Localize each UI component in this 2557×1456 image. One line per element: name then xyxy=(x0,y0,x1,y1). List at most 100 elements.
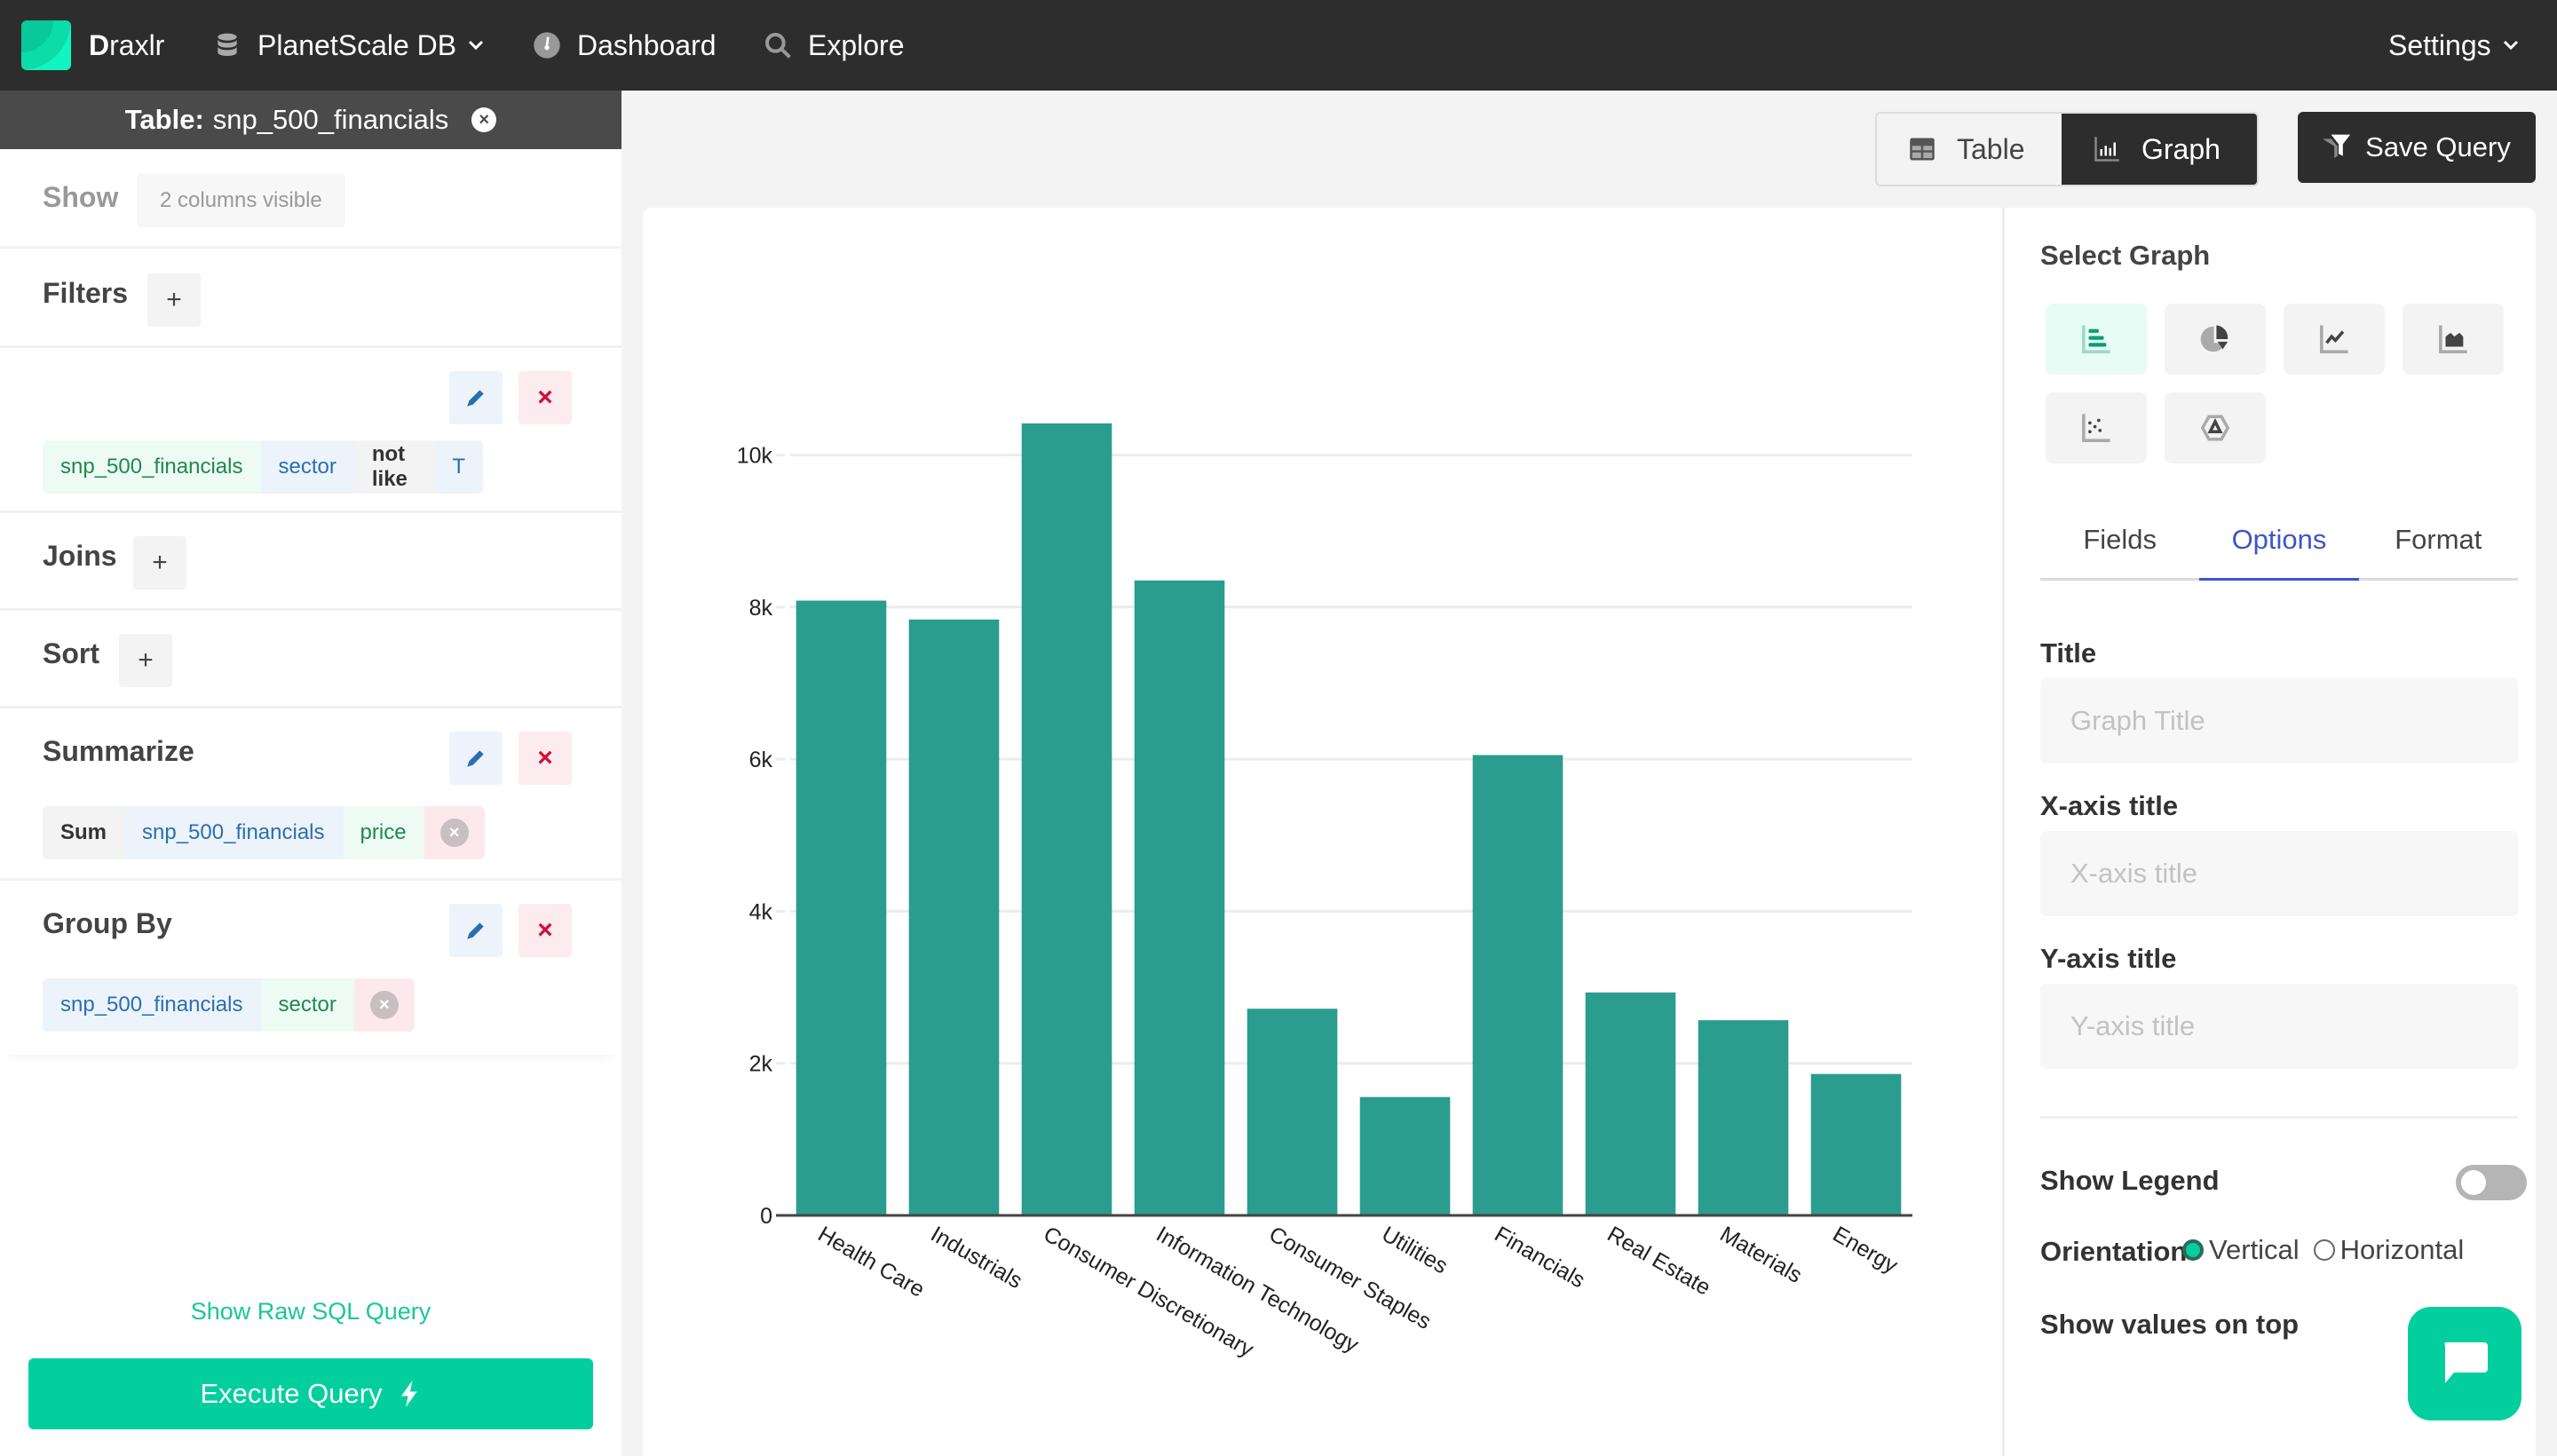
database-name: PlanetScale DB xyxy=(257,28,457,61)
summarize-column: price xyxy=(342,806,424,859)
nav-dashboard[interactable]: Dashboard xyxy=(533,0,716,91)
tab-format[interactable]: Format xyxy=(2359,518,2518,578)
save-query-label: Save Query xyxy=(2365,131,2511,162)
search-icon xyxy=(765,33,791,59)
table-header: Table: snp_500_financials × xyxy=(0,91,621,149)
group-by-section: Group By × snp_500_financials sector × xyxy=(0,881,621,1055)
group-by-table: snp_500_financials xyxy=(43,978,261,1032)
nav-explore[interactable]: Explore xyxy=(764,0,905,91)
delete-summarize-button[interactable]: × xyxy=(519,732,572,785)
show-legend-toggle[interactable] xyxy=(2456,1165,2527,1200)
show-raw-sql-link[interactable]: Show Raw SQL Query xyxy=(0,1298,621,1325)
filter-item: × snp_500_financials sector not like T xyxy=(0,348,621,513)
graph-type-area[interactable] xyxy=(2403,304,2504,375)
sort-label: Sort xyxy=(43,637,99,669)
orientation-vertical-radio[interactable] xyxy=(2182,1239,2204,1261)
chat-bubble-icon xyxy=(2444,1342,2488,1383)
execute-query-label: Execute Query xyxy=(200,1378,383,1409)
settings-menu[interactable]: Settings xyxy=(2388,0,2520,91)
edit-summarize-button[interactable] xyxy=(449,732,503,785)
filter-value: T xyxy=(434,440,483,494)
execute-query-button[interactable]: Execute Query xyxy=(28,1358,593,1429)
x-tick-label: Energy xyxy=(1829,1222,1903,1278)
pie-chart-icon xyxy=(2200,325,2228,352)
table-label: Table: xyxy=(124,104,204,135)
lightning-icon xyxy=(400,1381,417,1407)
x-tick-label: Real Estate xyxy=(1603,1222,1715,1301)
show-section: Show 2 columns visible xyxy=(0,149,621,249)
orientation-label: Orientation xyxy=(2040,1236,2188,1267)
remove-group-by-chip[interactable]: × xyxy=(353,978,415,1032)
filter-funnel-icon xyxy=(2323,134,2351,158)
brand-logo[interactable]: Draxlr xyxy=(21,0,164,91)
show-values-label: Show values on top xyxy=(2040,1309,2300,1340)
x-tick-label: Information Technology xyxy=(1152,1222,1364,1358)
filter-chip[interactable]: snp_500_financials sector not like T xyxy=(43,440,483,494)
close-table-icon[interactable]: × xyxy=(471,107,497,132)
sort-section: Sort + xyxy=(0,611,621,708)
joins-label: Joins xyxy=(43,540,117,572)
columns-visible-button[interactable]: 2 columns visible xyxy=(137,174,345,227)
orientation-vertical-label: Vertical xyxy=(2209,1234,2300,1265)
settings-label: Settings xyxy=(2388,28,2491,61)
bar xyxy=(1134,580,1225,1215)
remove-summarize-chip[interactable]: × xyxy=(424,806,485,859)
graph-view-button[interactable]: Graph xyxy=(2062,114,2257,185)
add-join-button[interactable]: + xyxy=(133,536,186,590)
group-by-label: Group By xyxy=(43,907,172,939)
graph-title-input[interactable] xyxy=(2040,678,2518,764)
scatter-chart-icon xyxy=(2082,414,2110,442)
pencil-icon xyxy=(467,750,484,767)
nav-dashboard-label: Dashboard xyxy=(577,28,716,61)
table-name: snp_500_financials xyxy=(212,104,449,135)
view-toggle: Table Graph xyxy=(1875,112,2259,186)
top-navbar: Draxlr PlanetScale DB Dashboard Explore … xyxy=(0,0,2557,91)
x-axis-title-input[interactable] xyxy=(2040,831,2518,916)
x-tick-label: Consumer Discretionary xyxy=(1040,1222,1259,1363)
bar xyxy=(908,619,1000,1215)
y-axis-title-input[interactable] xyxy=(2040,984,2518,1069)
graph-type-line[interactable] xyxy=(2284,304,2385,375)
options-tabs: Fields Options Format xyxy=(2040,518,2518,581)
graph-type-scatter[interactable] xyxy=(2046,392,2147,463)
filter-table: snp_500_financials xyxy=(43,440,261,494)
graph-type-radar[interactable] xyxy=(2165,392,2266,463)
tab-options[interactable]: Options xyxy=(2199,518,2359,581)
summarize-function: Sum xyxy=(43,806,125,859)
edit-group-by-button[interactable] xyxy=(449,904,503,957)
orientation-horizontal-label: Horizontal xyxy=(2339,1234,2465,1265)
remove-icon: × xyxy=(369,991,399,1019)
radar-chart-icon xyxy=(2200,415,2230,441)
orientation-horizontal-radio[interactable] xyxy=(2313,1239,2335,1261)
y-axis-title-label: Y-axis title xyxy=(2040,943,2177,974)
x-tick-label: Utilities xyxy=(1378,1222,1453,1279)
options-divider xyxy=(2040,1116,2518,1119)
graph-type-pie[interactable] xyxy=(2165,304,2266,375)
delete-group-by-button[interactable]: × xyxy=(519,904,572,957)
graph-type-bar[interactable] xyxy=(2046,304,2147,375)
database-selector[interactable]: PlanetScale DB xyxy=(213,0,485,91)
add-filter-button[interactable]: + xyxy=(147,273,201,327)
chat-support-button[interactable] xyxy=(2408,1307,2521,1420)
group-by-chip[interactable]: snp_500_financials sector × xyxy=(43,978,415,1032)
save-query-button[interactable]: Save Query xyxy=(2298,112,2536,183)
y-tick-label: 6k xyxy=(749,748,773,772)
brand-initial: D xyxy=(89,28,110,61)
delete-filter-button[interactable]: × xyxy=(519,371,572,424)
filter-column: sector xyxy=(260,440,354,494)
summarize-chip[interactable]: Sum snp_500_financials price × xyxy=(43,806,485,859)
orientation-radio-group: Vertical Horizontal xyxy=(2182,1234,2464,1266)
x-axis-title-label: X-axis title xyxy=(2040,790,2179,821)
pencil-icon xyxy=(467,922,484,939)
filter-operator: not like xyxy=(353,440,435,494)
table-view-button[interactable]: Table xyxy=(1877,114,2062,185)
y-tick-label: 4k xyxy=(749,899,773,924)
area-chart-icon xyxy=(2439,325,2467,353)
graph-options-panel: Select Graph Fields Options Format Title… xyxy=(2005,208,2536,1456)
tab-fields[interactable]: Fields xyxy=(2040,518,2199,578)
add-sort-button[interactable]: + xyxy=(119,634,172,687)
edit-filter-button[interactable] xyxy=(449,371,503,424)
bar xyxy=(1472,755,1563,1215)
bar-chart: 0 2k 4k 6k 8k 10k Health CareIndustrials Consum… xyxy=(737,423,1912,1363)
chevron-down-icon xyxy=(2503,40,2518,51)
